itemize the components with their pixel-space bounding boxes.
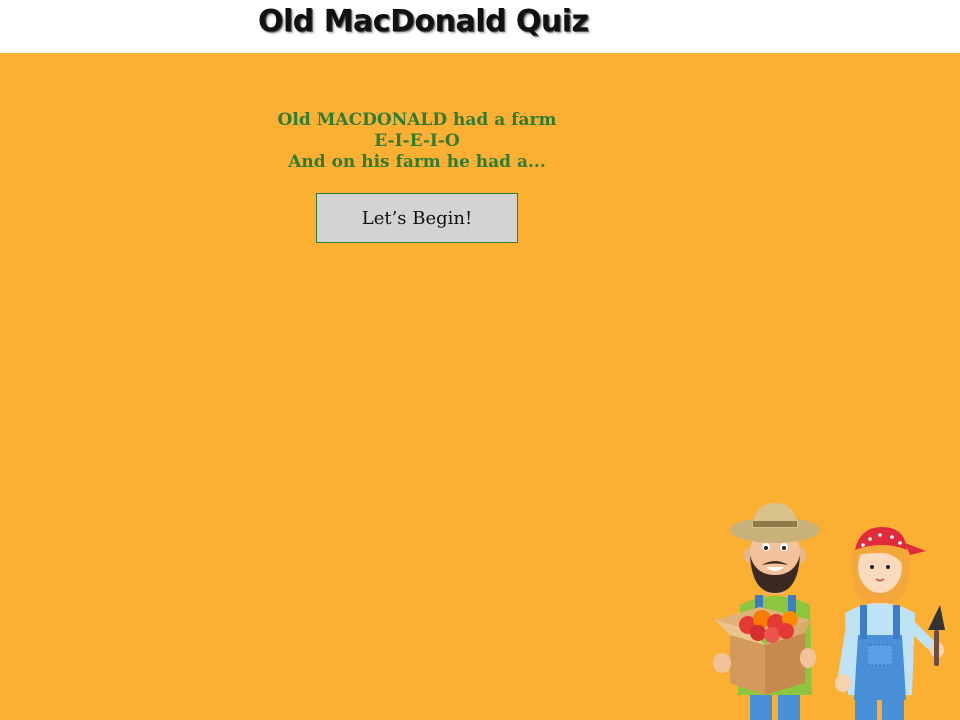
page-title: Old MacDonald Quiz [258, 4, 589, 39]
farmers-illustration [713, 503, 945, 720]
start-quiz-button[interactable]: Let’s Begin! [316, 193, 518, 243]
header-bar: Old MacDonald Quiz [0, 0, 960, 53]
male-farmer-figure [713, 503, 820, 720]
intro-line-2: E-I-E-I-O [374, 131, 460, 151]
intro-verse: Old MACDONALD had a farm E-I-E-I-O And o… [220, 110, 614, 173]
female-farmer-figure [835, 527, 945, 720]
intro-line-3: And on his farm he had a... [288, 152, 546, 172]
intro-line-1: Old MACDONALD had a farm [277, 110, 557, 130]
